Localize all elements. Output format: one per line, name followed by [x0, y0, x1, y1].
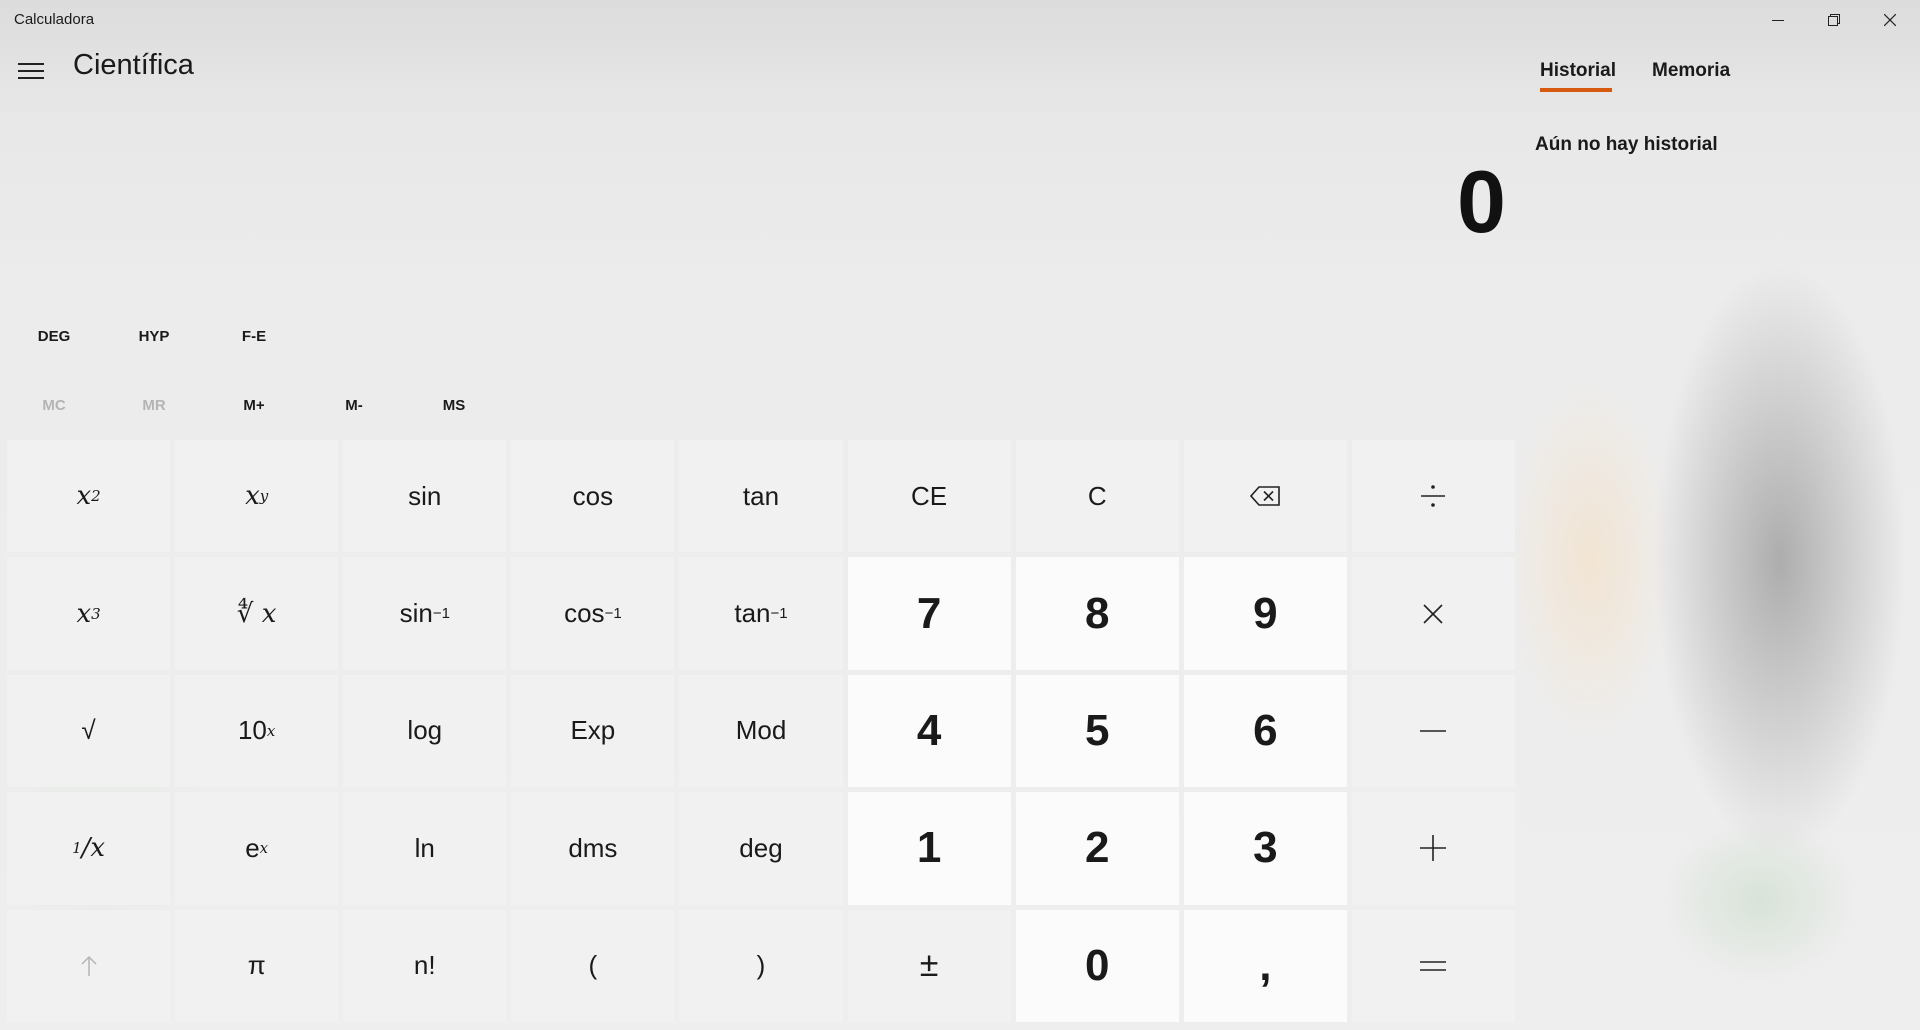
tab-memory[interactable]: Memoria [1652, 60, 1730, 82]
log-button[interactable]: log [343, 674, 507, 788]
square-base: x [76, 481, 92, 512]
root-x: x [261, 598, 277, 629]
root-symbol: ∜ [236, 598, 254, 629]
result-display: 0 [1457, 152, 1506, 251]
title-bar: Calculadora [0, 0, 1920, 40]
cube-exponent: 3 [91, 604, 101, 623]
arcsin-label: sin [399, 598, 433, 629]
tab-history[interactable]: Historial [1540, 60, 1616, 82]
app-title: Calculadora [14, 11, 95, 28]
ten-power-base: 10 [237, 715, 267, 746]
e-power-exponent: x [259, 839, 269, 858]
minimize-icon [1772, 20, 1784, 21]
multiply-icon [1423, 604, 1444, 624]
close-button[interactable] [1862, 0, 1918, 40]
e-power-base: e [245, 832, 260, 863]
cube-button[interactable]: x3 [7, 557, 171, 670]
minus-button[interactable] [1351, 674, 1515, 788]
menu-button[interactable] [12, 52, 50, 90]
keypad: x2 xy sin cos tan CE C x3 ∜ x sin −1 cos −… [7, 440, 1515, 1022]
backspace-icon [1250, 486, 1281, 506]
power-exponent: y [259, 487, 269, 506]
divide-button[interactable] [1351, 440, 1515, 553]
sin-button[interactable]: sin [343, 440, 507, 553]
power-button[interactable]: xy [175, 440, 339, 553]
dms-button[interactable]: dms [511, 792, 675, 905]
plus-button[interactable] [1351, 792, 1515, 905]
square-root-button[interactable]: √ [7, 674, 171, 788]
restore-button[interactable] [1806, 0, 1862, 40]
fixed-exponent-button[interactable]: F-E [206, 316, 302, 356]
ten-power-button[interactable]: 10 x [175, 674, 339, 788]
close-paren-button[interactable]: ) [679, 909, 843, 1022]
tan-button[interactable]: tan [679, 440, 843, 553]
digit-2-button[interactable]: 2 [1015, 792, 1179, 905]
arctan-button[interactable]: tan −1 [679, 557, 843, 670]
arctan-exponent: −1 [770, 605, 788, 623]
divide-icon [1421, 485, 1446, 507]
digit-4-button[interactable]: 4 [847, 674, 1011, 788]
mod-button[interactable]: Mod [679, 674, 843, 788]
hamburger-icon [18, 63, 44, 79]
arcsin-exponent: −1 [432, 605, 450, 623]
memory-store-button[interactable]: MS [406, 385, 502, 425]
negate-button[interactable]: ± [847, 909, 1011, 1022]
arctan-label: tan [734, 598, 771, 629]
square-button[interactable]: x2 [7, 440, 171, 553]
root-button[interactable]: ∜ x [175, 557, 339, 670]
reciprocal-denominator: /x [81, 833, 106, 864]
digit-6-button[interactable]: 6 [1183, 674, 1347, 788]
clear-entry-button[interactable]: CE [847, 440, 1011, 553]
minimize-button[interactable] [1750, 0, 1806, 40]
ln-button[interactable]: ln [343, 792, 507, 905]
empty-history-message: Aún no hay historial [1535, 134, 1718, 155]
multiply-button[interactable] [1351, 557, 1515, 670]
digit-0-button[interactable]: 0 [1015, 909, 1179, 1022]
backspace-button[interactable] [1183, 440, 1347, 553]
open-paren-button[interactable]: ( [511, 909, 675, 1022]
decimal-separator-button[interactable]: , [1183, 909, 1347, 1022]
e-power-button[interactable]: ex [175, 792, 339, 905]
cos-button[interactable]: cos [511, 440, 675, 553]
exp-button[interactable]: Exp [511, 674, 675, 788]
reciprocal-numerator: 1 [72, 839, 82, 858]
memory-recall-button[interactable]: MR [106, 385, 202, 425]
memory-subtract-button[interactable]: M- [306, 385, 402, 425]
equals-button[interactable] [1351, 909, 1515, 1022]
digit-1-button[interactable]: 1 [847, 792, 1011, 905]
shift-button[interactable] [7, 909, 171, 1022]
arccos-button[interactable]: cos −1 [511, 557, 675, 670]
memory-clear-button[interactable]: MC [6, 385, 102, 425]
active-tab-indicator [1540, 88, 1612, 92]
plus-icon [1420, 835, 1447, 862]
clear-button[interactable]: C [1015, 440, 1179, 553]
digit-5-button[interactable]: 5 [1015, 674, 1179, 788]
cube-base: x [76, 598, 92, 629]
digit-9-button[interactable]: 9 [1183, 557, 1347, 670]
angle-mode-button[interactable]: DEG [6, 316, 102, 356]
arccos-exponent: −1 [604, 605, 622, 623]
reciprocal-button[interactable]: 1/x [7, 792, 171, 905]
digit-7-button[interactable]: 7 [847, 557, 1011, 670]
factorial-button[interactable]: n! [343, 909, 507, 1022]
pi-button[interactable]: π [175, 909, 339, 1022]
equals-icon [1420, 960, 1447, 971]
digit-3-button[interactable]: 3 [1183, 792, 1347, 905]
restore-icon [1828, 14, 1840, 26]
up-arrow-icon [81, 955, 97, 976]
close-icon [1884, 14, 1896, 26]
deg-button[interactable]: deg [679, 792, 843, 905]
arccos-label: cos [564, 598, 605, 629]
ten-power-exponent: x [266, 721, 276, 740]
power-base: x [245, 481, 260, 512]
hyperbolic-button[interactable]: HYP [106, 316, 202, 356]
arcsin-button[interactable]: sin −1 [343, 557, 507, 670]
mode-title: Científica [73, 49, 194, 81]
minus-icon [1420, 730, 1447, 732]
digit-8-button[interactable]: 8 [1015, 557, 1179, 670]
square-exponent: 2 [91, 487, 101, 506]
memory-add-button[interactable]: M+ [206, 385, 302, 425]
